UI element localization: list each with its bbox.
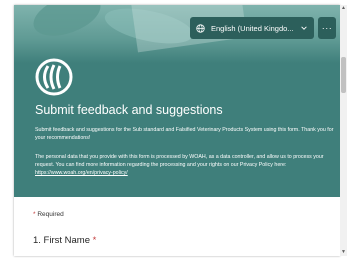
question-required-star: * xyxy=(92,235,97,246)
woah-logo-icon xyxy=(35,58,73,96)
scroll-down-icon[interactable]: ▼ xyxy=(340,249,347,256)
form-body: * Required 1. First Name * xyxy=(14,197,340,256)
privacy-policy-link[interactable]: https://www.woah.org/en/privacy-policy/ xyxy=(35,170,128,176)
form-title: Submit feedback and suggestions xyxy=(35,103,223,117)
required-label: Required xyxy=(37,211,64,218)
language-selector-label: English (United Kingdo... xyxy=(211,23,294,33)
scroll-up-icon[interactable]: ▲ xyxy=(340,5,347,12)
form-description: Submit feedback and suggestions for the … xyxy=(35,127,334,141)
question-first-name: 1. First Name * xyxy=(33,235,96,246)
scrollbar-thumb[interactable] xyxy=(341,57,346,93)
form-header: English (United Kingdo... ··· Submit fee… xyxy=(14,5,340,197)
form-window: English (United Kingdo... ··· Submit fee… xyxy=(14,5,340,256)
required-star: * xyxy=(33,211,36,218)
required-note: * Required xyxy=(33,211,64,218)
language-selector[interactable]: English (United Kingdo... xyxy=(190,17,314,39)
globe-icon xyxy=(196,23,205,33)
more-options-button[interactable]: ··· xyxy=(318,17,336,39)
chevron-down-icon xyxy=(301,26,307,30)
privacy-notice: The personal data that you provide with … xyxy=(35,153,339,177)
vertical-scrollbar[interactable]: ▲ ▼ xyxy=(340,5,347,256)
privacy-notice-text: The personal data that you provide with … xyxy=(35,154,324,168)
question-label: 1. First Name xyxy=(33,235,91,246)
